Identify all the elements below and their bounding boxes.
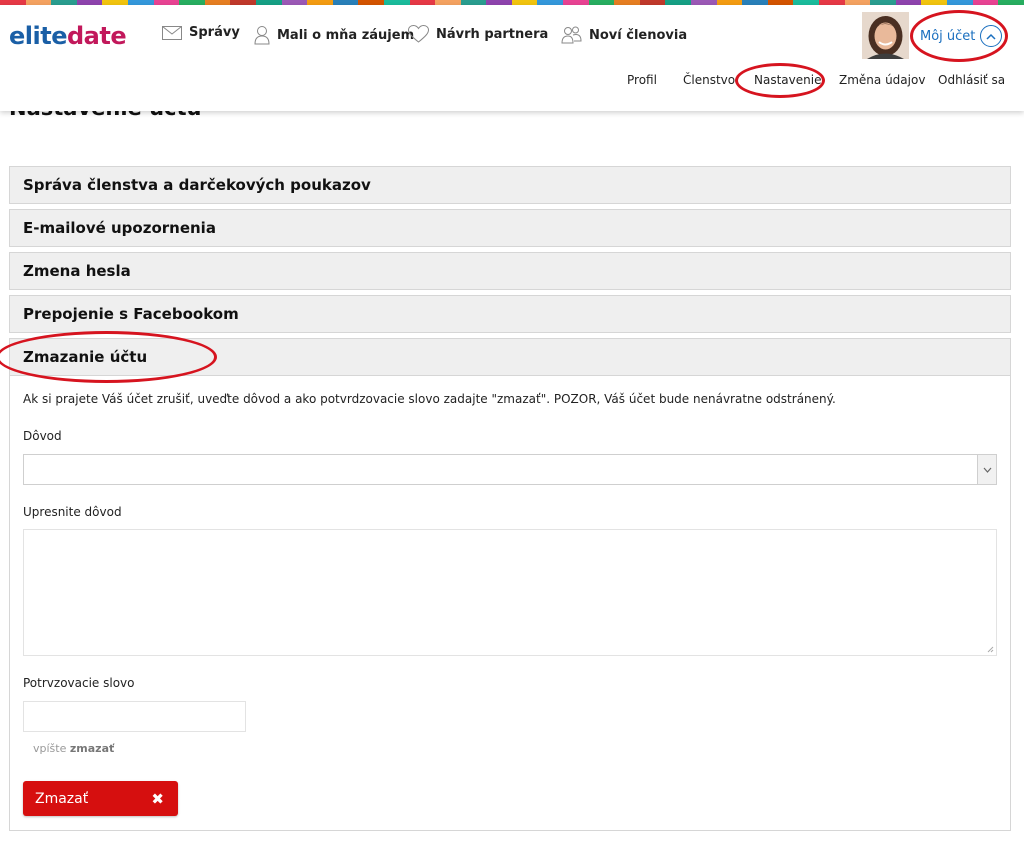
my-account-button[interactable]: Môj účet xyxy=(920,25,1003,47)
resize-grip-icon xyxy=(987,646,994,653)
people-icon xyxy=(561,26,582,44)
subnav-membership[interactable]: Členstvo xyxy=(683,73,735,87)
nav-partner-suggestion[interactable]: Návrh partnera xyxy=(408,25,548,43)
chevron-down-icon xyxy=(977,455,996,484)
reason-label: Dôvod xyxy=(23,429,62,443)
accordion-facebook[interactable]: Prepojenie s Facebookom xyxy=(9,295,1011,333)
close-icon: ✖ xyxy=(151,789,164,808)
accordion-delete-account[interactable]: Zmazanie účtu xyxy=(9,338,1011,376)
accordion-membership[interactable]: Správa členstva a darčekových poukazov xyxy=(9,166,1011,204)
subnav-logout[interactable]: Odhlásiť sa xyxy=(938,73,1005,87)
envelope-icon xyxy=(162,25,182,40)
nav-interested-label: Mali o mňa záujem xyxy=(277,27,415,43)
subnav-profile[interactable]: Profil xyxy=(627,73,657,87)
specify-reason-textarea[interactable] xyxy=(23,529,997,656)
subnav-change-details[interactable]: Změna údajov xyxy=(839,73,925,87)
confirm-word-label: Potrvzovacie slovo xyxy=(23,676,135,690)
nav-messages[interactable]: Správy xyxy=(162,25,240,40)
site-header: elitedate Správy Mali o mňa záujem Návrh… xyxy=(0,5,1024,111)
nav-new-members-label: Noví členovia xyxy=(589,27,688,43)
confirm-word-hint: vpíšte zmazať xyxy=(33,742,115,755)
accordion-email-notifications[interactable]: E-mailové upozornenia xyxy=(9,209,1011,247)
nav-interested[interactable]: Mali o mňa záujem xyxy=(254,25,414,45)
delete-button-label: Zmazať xyxy=(35,790,89,807)
avatar-photo xyxy=(862,12,909,59)
heart-icon xyxy=(408,25,429,43)
nav-new-members[interactable]: Noví členovia xyxy=(561,25,687,45)
my-account-label: Môj účet xyxy=(920,28,976,44)
reason-select[interactable] xyxy=(23,454,997,485)
specify-reason-label: Upresnite dôvod xyxy=(23,505,122,519)
nav-partner-suggestion-label: Návrh partnera xyxy=(436,26,549,42)
person-icon xyxy=(254,26,270,45)
delete-description: Ak si prajete Váš účet zrušiť, uveďte dô… xyxy=(23,392,836,406)
delete-account-button[interactable]: Zmazať ✖ xyxy=(23,781,178,816)
accordion-change-password[interactable]: Zmena hesla xyxy=(9,252,1011,290)
chevron-up-icon xyxy=(980,25,1003,47)
nav-messages-label: Správy xyxy=(189,25,240,40)
confirm-word-input[interactable] xyxy=(23,701,246,732)
subnav-settings[interactable]: Nastavenie xyxy=(754,73,821,87)
avatar[interactable] xyxy=(862,12,909,59)
elitedate-logo[interactable]: elitedate xyxy=(9,22,127,50)
